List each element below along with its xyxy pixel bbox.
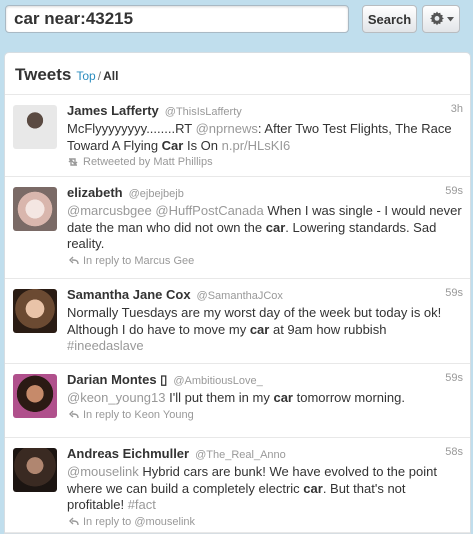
tweet-keyword: car bbox=[265, 219, 286, 235]
tweet-timestamp[interactable]: 58s bbox=[445, 446, 463, 458]
tweet-body: Samantha Jane Cox @SamanthaJCox 59s Normall… bbox=[67, 287, 463, 355]
tweet-timestamp[interactable]: 59s bbox=[445, 372, 463, 384]
search-button[interactable]: Search bbox=[362, 5, 417, 33]
tweet-context-label: In reply to Marcus Gee bbox=[83, 254, 195, 267]
tweet-text: @mouselink Hybrid cars are bunk! We have… bbox=[67, 464, 463, 514]
reply-icon bbox=[69, 410, 79, 418]
tweet-item[interactable]: Andreas Eichmuller @The_Real_Anno 58s @mous… bbox=[5, 438, 470, 533]
avatar[interactable] bbox=[13, 448, 57, 492]
tweet-context[interactable]: In reply to @mouselink bbox=[67, 516, 463, 528]
settings-menu-button[interactable] bbox=[422, 5, 460, 33]
tweets-panel: Tweets Top / All James Lafferty @ThisIsLaff… bbox=[4, 52, 471, 534]
gear-icon bbox=[429, 11, 444, 26]
tweet-mention[interactable]: #ineedaslave bbox=[67, 338, 144, 353]
tweet-context-label: In reply to @mouselink bbox=[83, 515, 196, 528]
tweet-body: elizabeth @ejbejbejb 59s @marcusbgee @HuffP… bbox=[67, 185, 463, 267]
tweet-body: Darian Montes ▯ @AmbitiousLove_ 59s @keon_y… bbox=[67, 372, 463, 421]
chevron-down-icon bbox=[446, 16, 454, 21]
tweet-body: Andreas Eichmuller @The_Real_Anno 58s @mous… bbox=[67, 446, 463, 528]
tweet-text-segment: Is On bbox=[183, 137, 222, 153]
tweet-header: Andreas Eichmuller @The_Real_Anno 58s bbox=[67, 446, 463, 462]
search-bar: car near:43215 Search bbox=[0, 0, 473, 42]
tweet-keyword: car bbox=[273, 390, 293, 405]
filter-top-link[interactable]: Top bbox=[76, 69, 95, 83]
author-handle[interactable]: @ejbejbejb bbox=[129, 188, 184, 200]
tweet-context[interactable]: Retweeted by Matt Phillips bbox=[67, 156, 463, 168]
tweet-header: James Lafferty @ThisIsLafferty 3h bbox=[67, 103, 463, 119]
tweet-timestamp[interactable]: 59s bbox=[445, 185, 463, 197]
tweet-text-segment: tomorrow morning. bbox=[293, 390, 405, 405]
tweet-item[interactable]: elizabeth @ejbejbejb 59s @marcusbgee @HuffP… bbox=[5, 177, 470, 279]
tweet-mention[interactable]: @mouselink bbox=[67, 464, 139, 479]
tweet-header: Darian Montes ▯ @AmbitiousLove_ 59s bbox=[67, 372, 463, 388]
tweet-timestamp[interactable]: 3h bbox=[451, 103, 463, 115]
tweet-timestamp[interactable]: 59s bbox=[445, 287, 463, 299]
tweet-filter: Top / All bbox=[76, 69, 118, 83]
tweet-text: Normally Tuesdays are my worst day of th… bbox=[67, 305, 463, 355]
avatar[interactable] bbox=[13, 289, 57, 333]
tweet-header: elizabeth @ejbejbejb 59s bbox=[67, 185, 463, 201]
tweet-body: James Lafferty @ThisIsLafferty 3h McFlyyyyy… bbox=[67, 103, 463, 168]
filter-separator: / bbox=[97, 69, 102, 83]
tweet-item[interactable]: James Lafferty @ThisIsLafferty 3h McFlyyyyy… bbox=[5, 95, 470, 177]
tweet-text-segment: I'll put them in my bbox=[165, 390, 274, 405]
tweet-context-label: Retweeted by Matt Phillips bbox=[83, 156, 213, 168]
tweet-mention[interactable]: #fact bbox=[128, 497, 156, 512]
tweet-context[interactable]: In reply to Marcus Gee bbox=[67, 255, 463, 267]
avatar[interactable] bbox=[13, 187, 57, 231]
author-name[interactable]: Samantha Jane Cox bbox=[67, 287, 191, 302]
tweet-keyword: car bbox=[249, 321, 270, 337]
tweet-text: @marcusbgee @HuffPostCanada When I was s… bbox=[67, 203, 463, 253]
tweet-mention[interactable]: @keon_young13 bbox=[67, 390, 166, 405]
tweet-mention[interactable]: @nprnews bbox=[196, 121, 258, 136]
author-handle[interactable]: @SamanthaJCox bbox=[197, 290, 283, 302]
avatar[interactable] bbox=[13, 105, 57, 149]
panel-title: Tweets bbox=[15, 65, 72, 84]
avatar[interactable] bbox=[13, 374, 57, 418]
retweet-icon bbox=[68, 158, 78, 166]
tweet-list: James Lafferty @ThisIsLafferty 3h McFlyyyyy… bbox=[5, 95, 470, 533]
panel-header: Tweets Top / All bbox=[5, 53, 470, 95]
filter-all-link[interactable]: All bbox=[103, 69, 118, 83]
author-name[interactable]: elizabeth bbox=[67, 185, 123, 200]
tweet-text-segment: McFlyyyyyyyy........RT bbox=[67, 121, 196, 136]
author-name[interactable]: Andreas Eichmuller bbox=[67, 446, 189, 461]
search-input[interactable]: car near:43215 bbox=[5, 5, 349, 33]
tweet-item[interactable]: Darian Montes ▯ @AmbitiousLove_ 59s @keon_y… bbox=[5, 364, 470, 438]
tweet-mention[interactable]: @HuffPostCanada bbox=[155, 203, 263, 218]
tweet-header: Samantha Jane Cox @SamanthaJCox 59s bbox=[67, 287, 463, 303]
tweet-text-segment: at 9am how rubbish bbox=[269, 321, 387, 337]
author-name[interactable]: James Lafferty bbox=[67, 103, 159, 118]
tweet-keyword: car bbox=[303, 480, 323, 496]
tweet-context[interactable]: In reply to Keon Young bbox=[67, 409, 463, 421]
reply-icon bbox=[69, 517, 79, 525]
tweet-text: @keon_young13 I'll put them in my car to… bbox=[67, 390, 463, 407]
author-handle[interactable]: @AmbitiousLove_ bbox=[173, 375, 262, 387]
reply-icon bbox=[69, 256, 79, 264]
tweet-mention[interactable]: @marcusbgee bbox=[67, 203, 152, 218]
tweet-item[interactable]: Samantha Jane Cox @SamanthaJCox 59s Normall… bbox=[5, 279, 470, 364]
tweet-text: McFlyyyyyyyy........RT @nprnews: After T… bbox=[67, 121, 463, 154]
tweet-keyword: Car bbox=[161, 137, 184, 153]
tweet-context-label: In reply to Keon Young bbox=[83, 408, 194, 421]
author-name[interactable]: Darian Montes ▯ bbox=[67, 372, 167, 388]
author-handle[interactable]: @The_Real_Anno bbox=[195, 449, 286, 461]
tweet-link[interactable]: n.pr/HLsKI6 bbox=[222, 138, 291, 153]
author-handle[interactable]: @ThisIsLafferty bbox=[165, 106, 242, 118]
